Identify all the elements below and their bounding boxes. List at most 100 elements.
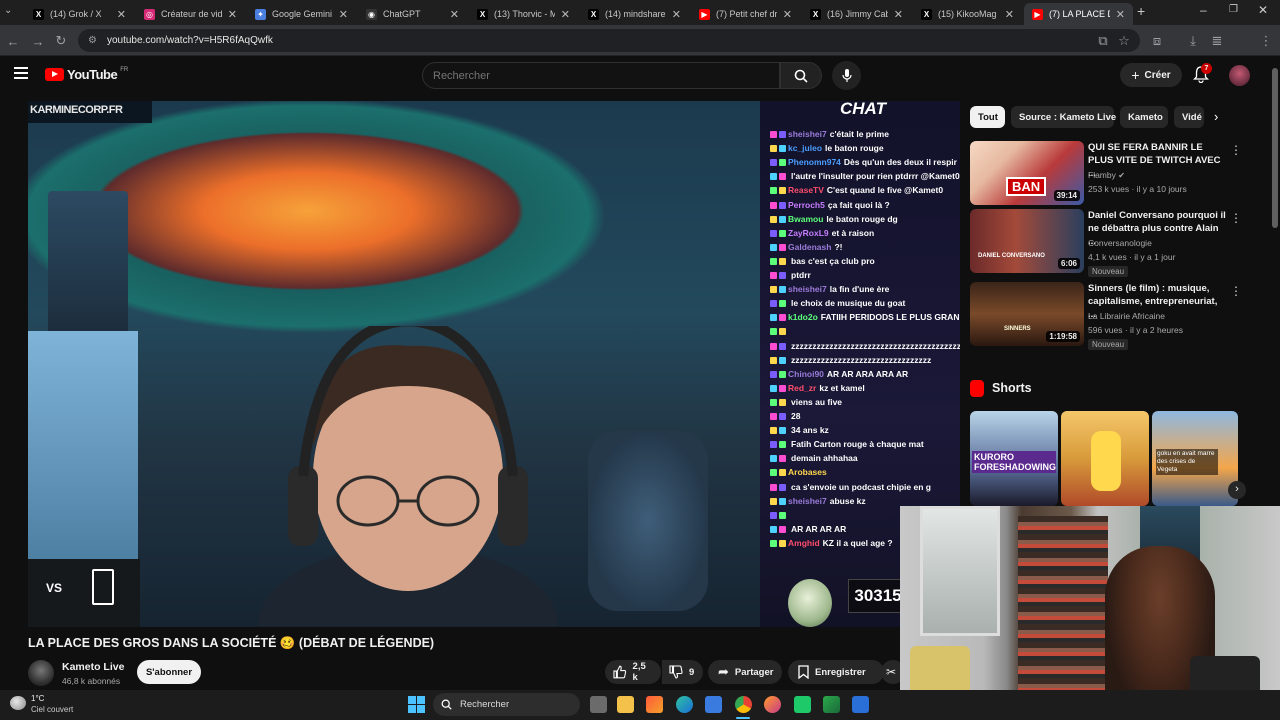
like-button[interactable]: 2,5 k: [605, 660, 661, 684]
search-input[interactable]: [422, 62, 780, 89]
save-button[interactable]: Enregistrer: [788, 660, 884, 684]
chrome-icon[interactable]: [735, 696, 752, 713]
browser-tab[interactable]: X (14) mindshare su ✕: [580, 3, 689, 25]
short-item-2[interactable]: [1061, 411, 1149, 506]
short-item-3[interactable]: goku en avait marre des crises de Vegeta: [1152, 411, 1238, 506]
recommended-channel[interactable]: Conversanologie: [1088, 238, 1152, 248]
tab-close-icon[interactable]: ✕: [561, 8, 570, 21]
video-thumbnail[interactable]: BAN 39:14: [970, 141, 1084, 205]
tab-close-icon[interactable]: ✕: [228, 8, 237, 21]
recommended-video-1[interactable]: BAN 39:14 QUI SE FERA BANNIR LE PLUS VIT…: [970, 141, 1260, 205]
site-info-icon[interactable]: ⚙: [88, 35, 97, 46]
chip-kameto[interactable]: Kameto: [1120, 106, 1168, 128]
video-thumbnail[interactable]: DANIEL CONVERSANO 6:06: [970, 209, 1084, 273]
windows-taskbar: 1°C Ciel couvert Rechercher: [0, 690, 1280, 720]
new-tab-button[interactable]: +: [1137, 3, 1145, 19]
chat-badge-icon: [770, 300, 777, 308]
app-icon-green[interactable]: [794, 696, 811, 713]
more-options-icon[interactable]: ⋮: [1230, 143, 1242, 157]
address-bar[interactable]: ⚙ youtube.com/watch?v=H5R6fAqQwfk: [78, 29, 1140, 52]
browser-tab[interactable]: ▶ (7) LA PLACE DES ✕: [1024, 3, 1133, 25]
search-button[interactable]: [780, 62, 822, 89]
maximize-button[interactable]: ❐: [1229, 4, 1238, 15]
app-icon-dev[interactable]: [823, 696, 840, 713]
chat-badge-icon: [770, 229, 777, 237]
download-icon[interactable]: ⤓: [1184, 32, 1202, 50]
back-icon[interactable]: ←: [4, 32, 22, 50]
taskbar-search[interactable]: Rechercher: [433, 693, 580, 716]
channel-avatar[interactable]: [28, 660, 54, 686]
weather-temperature[interactable]: 1°C: [31, 694, 44, 703]
chips-next-icon[interactable]: ›: [1214, 109, 1218, 124]
browser-tab[interactable]: ◉ ChatGPT ✕: [358, 3, 467, 25]
windows-start-icon[interactable]: [408, 696, 425, 713]
video-player[interactable]: KARMINECORP.FR VS CHAT sheishei7 c'était …: [28, 101, 960, 627]
app-icon-blue[interactable]: [852, 696, 869, 713]
scrollbar-thumb[interactable]: [1272, 68, 1278, 228]
recommended-channel[interactable]: La Librairie Africaine: [1088, 311, 1165, 321]
recommended-video-3[interactable]: SINNERS 1:19:58 Sinners (le film) : musi…: [970, 282, 1260, 350]
channel-name[interactable]: Kameto Live: [62, 661, 124, 673]
store-icon[interactable]: [646, 696, 663, 713]
create-button[interactable]: + Créer: [1120, 63, 1182, 87]
browser-tab[interactable]: X (13) Thorvic - M ✕: [469, 3, 578, 25]
tab-close-icon[interactable]: ✕: [894, 8, 903, 21]
chat-badge-icon: [779, 370, 786, 378]
shorts-next-button[interactable]: ›: [1228, 481, 1246, 499]
task-view-icon[interactable]: [590, 696, 607, 713]
chip-source-kameto-live[interactable]: Source : Kameto Live: [1011, 106, 1116, 128]
youtube-play-icon: [45, 68, 64, 81]
dislike-button[interactable]: 9: [662, 660, 703, 684]
tab-close-icon[interactable]: ✕: [1005, 8, 1014, 21]
more-options-icon[interactable]: ⋮: [1230, 211, 1242, 225]
recommended-meta: 4,1 k vues · il y a 1 jour: [1088, 252, 1176, 262]
chip-all[interactable]: Tout: [970, 106, 1005, 128]
subscribe-button[interactable]: S'abonner: [137, 660, 201, 684]
youtube-logo[interactable]: YouTube FR: [45, 67, 128, 82]
firefox-icon[interactable]: [764, 696, 781, 713]
close-window-button[interactable]: ✕: [1258, 3, 1268, 17]
browser-tab[interactable]: X (15) KikooMag su ✕: [913, 3, 1022, 25]
chip-videos[interactable]: Vidé: [1174, 106, 1204, 128]
tab-close-icon[interactable]: ✕: [672, 8, 681, 21]
tab-close-icon[interactable]: ✕: [339, 8, 348, 21]
hamburger-menu-icon[interactable]: [14, 67, 28, 79]
account-avatar[interactable]: [1229, 65, 1250, 86]
tab-close-icon[interactable]: ✕: [117, 8, 126, 21]
forward-icon[interactable]: →: [29, 32, 47, 50]
weather-cloud-icon[interactable]: [10, 696, 26, 710]
recommended-channel[interactable]: Flamby ✔: [1088, 170, 1125, 180]
recommended-video-2[interactable]: DANIEL CONVERSANO 6:06 Daniel Conversano…: [970, 209, 1260, 277]
taskbar-search-label: Rechercher: [460, 699, 510, 710]
microsoft-store-icon[interactable]: [705, 696, 722, 713]
chat-message: Chinoi90 AR AR ARA ARA AR: [770, 369, 960, 379]
tab-label: (14) Grok / X: [50, 9, 102, 19]
tab-close-icon[interactable]: ✕: [783, 8, 792, 21]
weather-description[interactable]: Ciel couvert: [31, 705, 73, 714]
share-button[interactable]: ➦ Partager: [708, 660, 782, 684]
tab-close-icon[interactable]: ✕: [450, 8, 459, 21]
tab-close-icon[interactable]: ✕: [1116, 8, 1125, 21]
short-item-1[interactable]: KURORO FORESHADOWING: [970, 411, 1058, 506]
notifications-button[interactable]: 7: [1192, 63, 1212, 88]
browser-menu-icon[interactable]: ⋮: [1257, 32, 1275, 50]
browser-tab[interactable]: ◎ Créateur de vidéo ✕: [136, 3, 245, 25]
browser-tab[interactable]: ✦ Google Gemini ✕: [247, 3, 356, 25]
more-options-icon[interactable]: ⋮: [1230, 284, 1242, 298]
video-thumbnail[interactable]: SINNERS 1:19:58: [970, 282, 1084, 346]
browser-tab[interactable]: X (14) Grok / X ✕: [25, 3, 134, 25]
install-app-icon[interactable]: ⧉: [1094, 32, 1112, 50]
edge-icon[interactable]: [676, 696, 693, 713]
browser-tab[interactable]: ▶ (7) Petit chef dra ✕: [691, 3, 800, 25]
minimize-button[interactable]: –: [1200, 3, 1207, 17]
reload-icon[interactable]: ↻: [52, 32, 70, 50]
media-icon[interactable]: ≣: [1208, 32, 1226, 50]
file-explorer-icon[interactable]: [617, 696, 634, 713]
tab-search-icon[interactable]: ⌄: [4, 5, 18, 19]
voice-search-button[interactable]: [832, 61, 861, 90]
browser-tab[interactable]: X (16) Jimmy Cabot ✕: [802, 3, 911, 25]
chat-badge-icon: [770, 511, 777, 519]
bookmark-star-icon[interactable]: ☆: [1115, 32, 1133, 50]
extensions-icon[interactable]: ⧈: [1148, 32, 1166, 50]
thumbs-up-icon: [613, 665, 627, 679]
